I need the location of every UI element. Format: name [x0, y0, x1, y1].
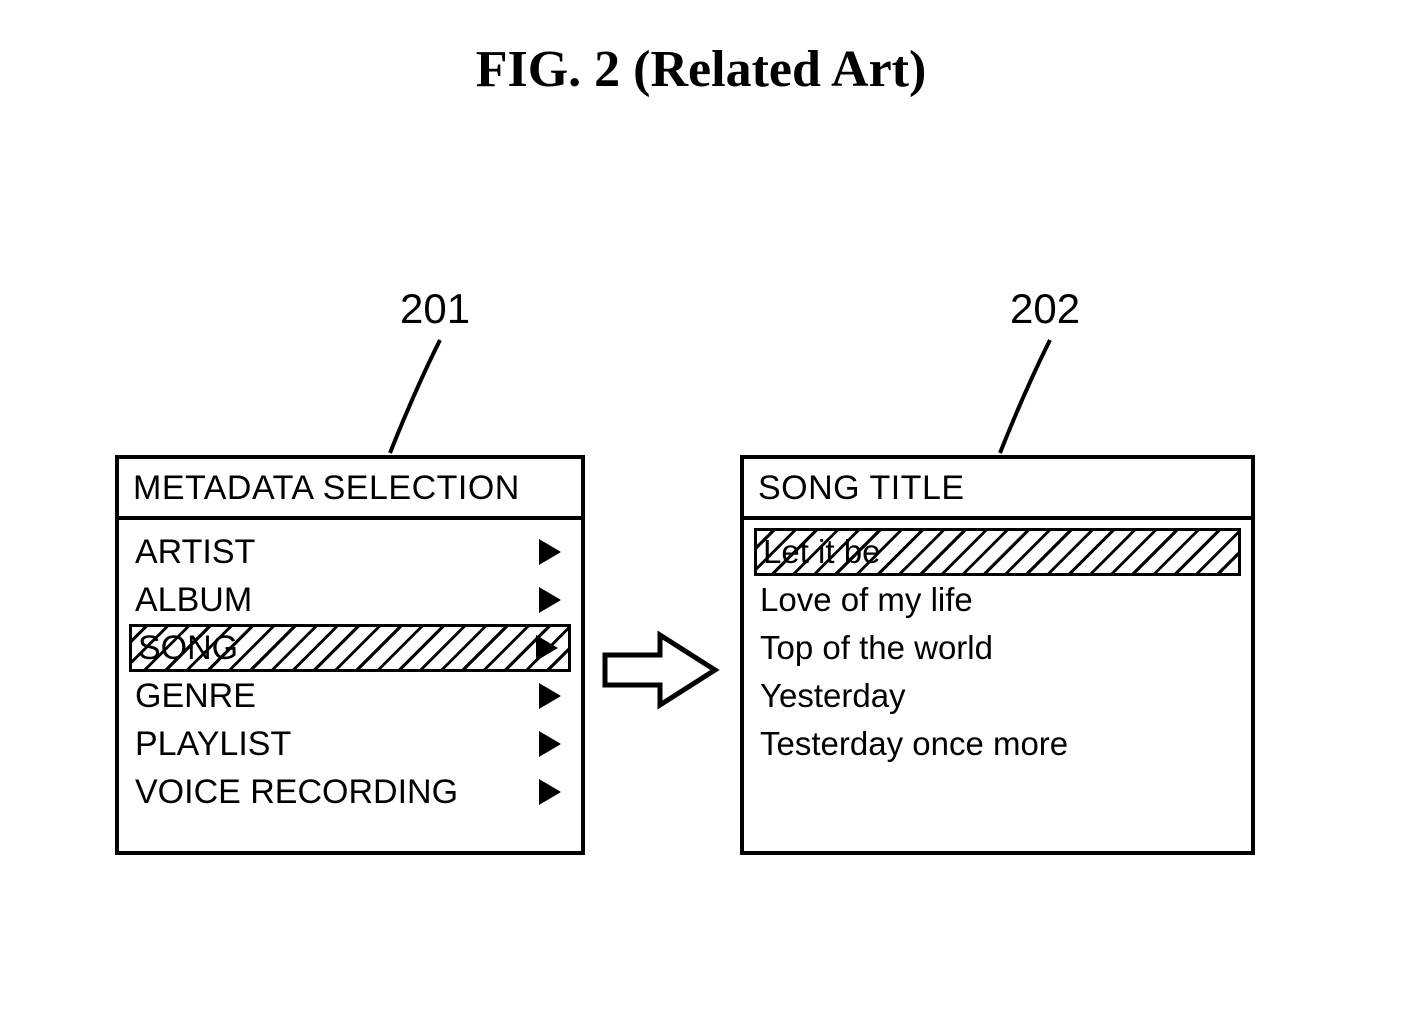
song-item-label: Top of the world	[758, 629, 995, 667]
song-item-top-of-the-world[interactable]: Top of the world	[758, 624, 1237, 672]
panel-header-left: METADATA SELECTION	[119, 459, 581, 520]
song-item-testerday-once-more[interactable]: Testerday once more	[758, 720, 1237, 768]
song-item-label: Yesterday	[758, 677, 908, 715]
figure-title: FIG. 2 (Related Art)	[0, 40, 1402, 99]
menu-item-song[interactable]: SONG	[129, 624, 571, 672]
menu-item-label: ARTIST	[133, 533, 257, 572]
song-item-label: Testerday once more	[758, 725, 1070, 763]
menu-item-label: VOICE RECORDING	[133, 773, 460, 812]
menu-item-label: ALBUM	[133, 581, 254, 620]
metadata-menu-list: ARTIST ALBUM SONG GENRE PLAYLIST VOICE R…	[119, 520, 581, 824]
song-list: Let it be Love of my life Top of the wor…	[744, 520, 1251, 776]
song-item-yesterday[interactable]: Yesterday	[758, 672, 1237, 720]
menu-item-voice-recording[interactable]: VOICE RECORDING	[133, 768, 567, 816]
chevron-right-icon	[539, 779, 561, 805]
menu-item-label: SONG	[136, 629, 240, 668]
chevron-right-icon	[539, 587, 561, 613]
ref-numeral-right: 202	[1010, 285, 1080, 333]
song-item-label: Let it be	[761, 533, 882, 571]
chevron-right-icon	[536, 635, 558, 661]
menu-item-album[interactable]: ALBUM	[133, 576, 567, 624]
leader-line-left	[375, 335, 495, 460]
song-item-let-it-be[interactable]: Let it be	[754, 528, 1241, 576]
menu-item-artist[interactable]: ARTIST	[133, 528, 567, 576]
leader-line-right	[985, 335, 1105, 460]
song-item-label: Love of my life	[758, 581, 975, 619]
menu-item-label: GENRE	[133, 677, 258, 716]
chevron-right-icon	[539, 731, 561, 757]
panel-header-right: SONG TITLE	[744, 459, 1251, 520]
menu-item-label: PLAYLIST	[133, 725, 293, 764]
song-item-love-of-my-life[interactable]: Love of my life	[758, 576, 1237, 624]
menu-item-playlist[interactable]: PLAYLIST	[133, 720, 567, 768]
chevron-right-icon	[539, 683, 561, 709]
song-title-panel: SONG TITLE Let it be Love of my life Top…	[740, 455, 1255, 855]
metadata-selection-panel: METADATA SELECTION ARTIST ALBUM SONG GEN…	[115, 455, 585, 855]
ref-numeral-left: 201	[400, 285, 470, 333]
chevron-right-icon	[539, 539, 561, 565]
menu-item-genre[interactable]: GENRE	[133, 672, 567, 720]
arrow-right-icon	[600, 625, 720, 715]
